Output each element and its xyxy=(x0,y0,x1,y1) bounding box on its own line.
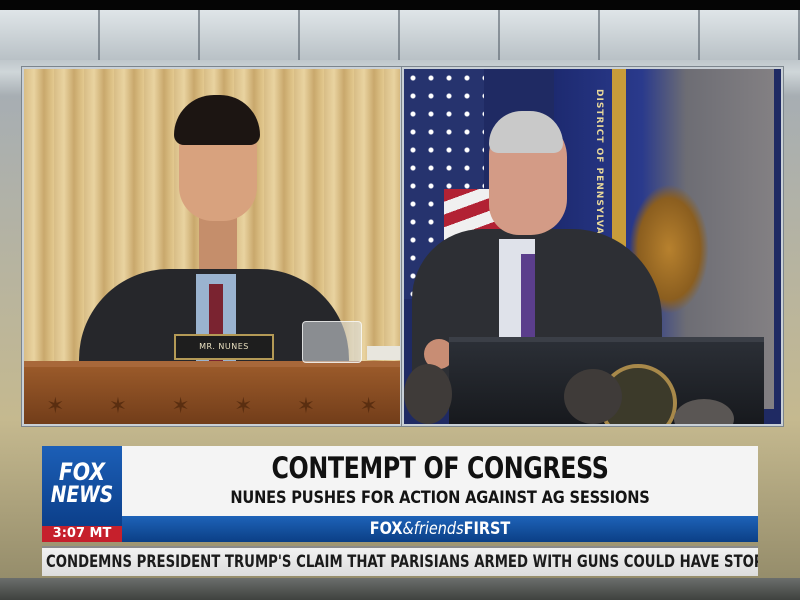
show-logo-friends: friends xyxy=(413,519,464,539)
show-title-bar: FOX&friendsFIRST xyxy=(122,516,758,542)
flag-lettering: DISTRICT OF PENNSYLVANIA xyxy=(594,89,604,256)
subheadline: NUNES PUSHES FOR ACTION AGAINST AG SESSI… xyxy=(230,488,650,508)
top-letterbox xyxy=(0,0,800,10)
paper-stack xyxy=(367,346,400,360)
speaker-left-neck xyxy=(199,214,237,269)
show-logo-first: FIRST xyxy=(463,519,511,539)
headline-banner: CONTEMPT OF CONGRESS NUNES PUSHES FOR AC… xyxy=(122,446,758,516)
fox-news-logo: FOX NEWS xyxy=(42,446,124,526)
audience-head xyxy=(404,364,452,424)
left-video-panel: ✶ ✶ ✶ ✶ ✶ ✶ MR. NUNES xyxy=(22,67,402,426)
studio-wall-panels xyxy=(0,10,800,60)
studio-floor xyxy=(0,578,800,600)
right-video-panel: DISTRICT OF PENNSYLVANIA xyxy=(402,67,783,426)
headline: CONTEMPT OF CONGRESS xyxy=(271,451,609,485)
nameplate: MR. NUNES xyxy=(174,334,274,360)
speaker-right-tie xyxy=(521,254,535,339)
dais-star-ornaments: ✶ ✶ ✶ ✶ ✶ ✶ xyxy=(46,394,378,419)
show-logo: FOX&friendsFIRST xyxy=(170,516,711,542)
show-logo-amp: & xyxy=(402,519,414,539)
clock: 3:07 MT xyxy=(42,526,122,542)
show-logo-fox: FOX xyxy=(369,519,403,539)
audience-head xyxy=(564,369,622,424)
ticker-text: CONDEMNS PRESIDENT TRUMP'S CLAIM THAT PA… xyxy=(46,552,758,572)
water-glasses xyxy=(302,321,362,363)
news-ticker: CONDEMNS PRESIDENT TRUMP'S CLAIM THAT PA… xyxy=(42,546,758,576)
